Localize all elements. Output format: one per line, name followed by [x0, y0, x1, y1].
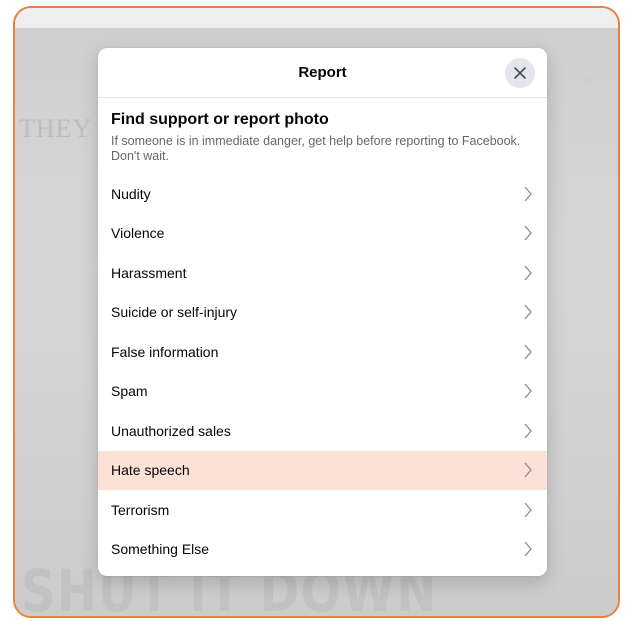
chevron-right-icon [524, 541, 532, 557]
report-option-label: Something Else [111, 541, 210, 558]
report-option-suicide-or-self-injury[interactable]: Suicide or self-injury [98, 293, 547, 333]
report-option-nudity[interactable]: Nudity [98, 174, 547, 214]
report-option-label: Terrorism [111, 501, 170, 518]
report-option-label: False information [111, 343, 219, 360]
report-option-label: Suicide or self-injury [111, 304, 238, 321]
report-option-terrorism[interactable]: Terrorism [98, 490, 547, 530]
close-icon [514, 67, 526, 79]
report-option-spam[interactable]: Spam [98, 372, 547, 412]
search-icon[interactable]: ○ [584, 72, 592, 88]
chevron-right-icon [524, 502, 532, 518]
report-option-label: Nudity [111, 185, 151, 202]
dialog-title: Report [298, 64, 347, 81]
more-icon[interactable]: ⋮ [612, 72, 618, 89]
report-option-hate-speech[interactable]: Hate speech [98, 450, 547, 490]
report-option-something-else[interactable]: Something Else [98, 530, 547, 570]
dialog-description: If someone is in immediate danger, get h… [111, 134, 521, 163]
report-option-violence[interactable]: Violence [98, 214, 547, 254]
chevron-right-icon [524, 344, 532, 360]
chevron-right-icon [524, 462, 532, 478]
dialog-header: Report [98, 48, 547, 98]
report-option-harassment[interactable]: Harassment [98, 253, 547, 293]
background-photo-text: THEY [19, 114, 93, 143]
chevron-right-icon [524, 423, 532, 439]
report-option-unauthorized-sales[interactable]: Unauthorized sales [98, 411, 547, 451]
report-option-false-information[interactable]: False information [98, 332, 547, 372]
chevron-right-icon [524, 225, 532, 241]
report-option-label: Violence [111, 225, 165, 242]
chevron-right-icon [524, 186, 532, 202]
dialog-intro: Find support or report photo If someone … [98, 98, 547, 174]
report-dialog: Report Find support or report photo If s… [98, 48, 547, 576]
report-option-label: Harassment [111, 264, 187, 281]
chevron-right-icon [524, 265, 532, 281]
top-bar [15, 8, 618, 28]
report-options-list: Nudity Violence Harassment Suicide or self-… [98, 174, 547, 569]
report-option-label: Spam [111, 383, 148, 400]
report-option-label: Unauthorized sales [111, 422, 231, 439]
report-option-label: Hate speech [111, 462, 190, 479]
close-button[interactable] [505, 58, 535, 88]
chevron-right-icon [524, 383, 532, 399]
chevron-right-icon [524, 304, 532, 320]
dialog-heading: Find support or report photo [111, 111, 329, 128]
